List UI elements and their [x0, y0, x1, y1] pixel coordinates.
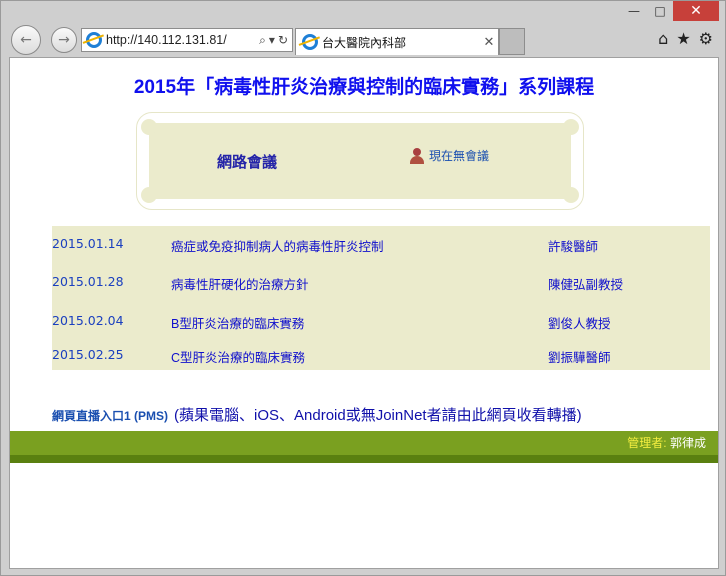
address-bar[interactable]: http://140.112.131.81/ ⌕ ▾ ↻: [81, 28, 293, 52]
gear-icon[interactable]: ⚙: [699, 29, 713, 48]
corner-dot: [141, 187, 157, 203]
table-row: 2015.02.04 B型肝炎治療的臨床實務 劉俊人教授: [52, 311, 710, 331]
row-topic: 病毒性肝硬化的治療方針: [171, 278, 309, 292]
page-title: 2015年「病毒性肝炎治療與控制的臨床實務」系列課程: [133, 77, 595, 98]
table-row: 2015.01.14 癌症或免疫抑制病人的病毒性肝炎控制 許駿醫師: [52, 234, 710, 254]
meeting-label: 網路會議: [217, 154, 278, 171]
row-date: 2015.02.25: [52, 347, 124, 362]
table-row: 2015.02.25 C型肝炎治療的臨床實務 劉振驊醫師: [52, 345, 710, 365]
minimize-button[interactable]: —: [621, 1, 647, 21]
live-stream-line: 網頁直播入口1 (PMS) (蘋果電腦、iOS、Android或無JoinNet…: [52, 404, 582, 425]
row-topic: B型肝炎治療的臨床實務: [171, 317, 305, 331]
tab-close-icon[interactable]: ✕: [480, 35, 498, 50]
person-icon: [409, 147, 425, 164]
row-speaker: 許駿醫師: [548, 240, 599, 254]
arrow-right-icon: →: [58, 32, 70, 48]
new-tab-button[interactable]: [499, 28, 525, 55]
tab-current[interactable]: 台大醫院內科部 ✕: [295, 28, 499, 55]
home-icon[interactable]: ⌂: [658, 29, 668, 48]
row-speaker: 劉俊人教授: [548, 317, 611, 331]
schedule-table: 2015.01.14 癌症或免疫抑制病人的病毒性肝炎控制 許駿醫師 2015.0…: [52, 226, 710, 370]
browser-window: — □ ✕ ← → http://140.112.131.81/ ⌕ ▾ ↻ 台…: [0, 0, 726, 576]
search-icon[interactable]: ⌕: [259, 33, 266, 48]
address-url[interactable]: http://140.112.131.81/: [106, 33, 259, 47]
row-speaker: 劉振驊醫師: [548, 351, 611, 365]
row-speaker: 陳健弘副教授: [548, 278, 624, 292]
corner-dot: [141, 119, 157, 135]
table-row: 2015.01.28 病毒性肝硬化的治療方針 陳健弘副教授: [52, 272, 710, 292]
meeting-status-text[interactable]: 現在無會議: [429, 147, 489, 164]
admin-info: 管理者: 郭律成: [627, 434, 706, 451]
back-button[interactable]: ←: [11, 25, 41, 55]
ie-logo-icon: [302, 34, 318, 50]
footer-bar: 管理者: 郭律成: [10, 431, 718, 463]
live-stream-link[interactable]: 網頁直播入口1 (PMS): [52, 407, 168, 424]
meeting-status-link[interactable]: 現在無會議: [409, 147, 489, 164]
row-date: 2015.02.04: [52, 313, 124, 328]
admin-label: 管理者:: [627, 436, 667, 450]
corner-dot: [563, 119, 579, 135]
admin-name: 郭律成: [669, 436, 706, 450]
window-controls: — □ ✕: [621, 1, 719, 23]
close-button[interactable]: ✕: [673, 1, 719, 21]
refresh-icon[interactable]: ↻: [278, 33, 288, 48]
meeting-panel: 網路會議 現在無會議: [136, 112, 584, 210]
maximize-button[interactable]: □: [647, 1, 673, 21]
row-topic: C型肝炎治療的臨床實務: [171, 351, 306, 365]
row-topic: 癌症或免疫抑制病人的病毒性肝炎控制: [171, 240, 384, 254]
page-viewport: 2015年「病毒性肝炎治療與控制的臨床實務」系列課程 網路會議 現在無會議 20…: [9, 57, 719, 569]
dropdown-icon[interactable]: ▾: [269, 33, 275, 48]
row-date: 2015.01.28: [52, 274, 124, 289]
tab-title: 台大醫院內科部: [322, 35, 407, 50]
corner-dot: [563, 187, 579, 203]
live-stream-note: (蘋果電腦、iOS、Android或無JoinNet者請由此網頁收看轉播): [174, 407, 582, 424]
favorites-star-icon[interactable]: ★: [676, 29, 690, 48]
browser-toolbar: ← → http://140.112.131.81/ ⌕ ▾ ↻ 台大醫院內科部…: [7, 23, 719, 57]
forward-button[interactable]: →: [51, 27, 77, 53]
row-date: 2015.01.14: [52, 236, 124, 251]
arrow-left-icon: ←: [20, 32, 32, 48]
ie-logo-icon: [86, 32, 102, 48]
